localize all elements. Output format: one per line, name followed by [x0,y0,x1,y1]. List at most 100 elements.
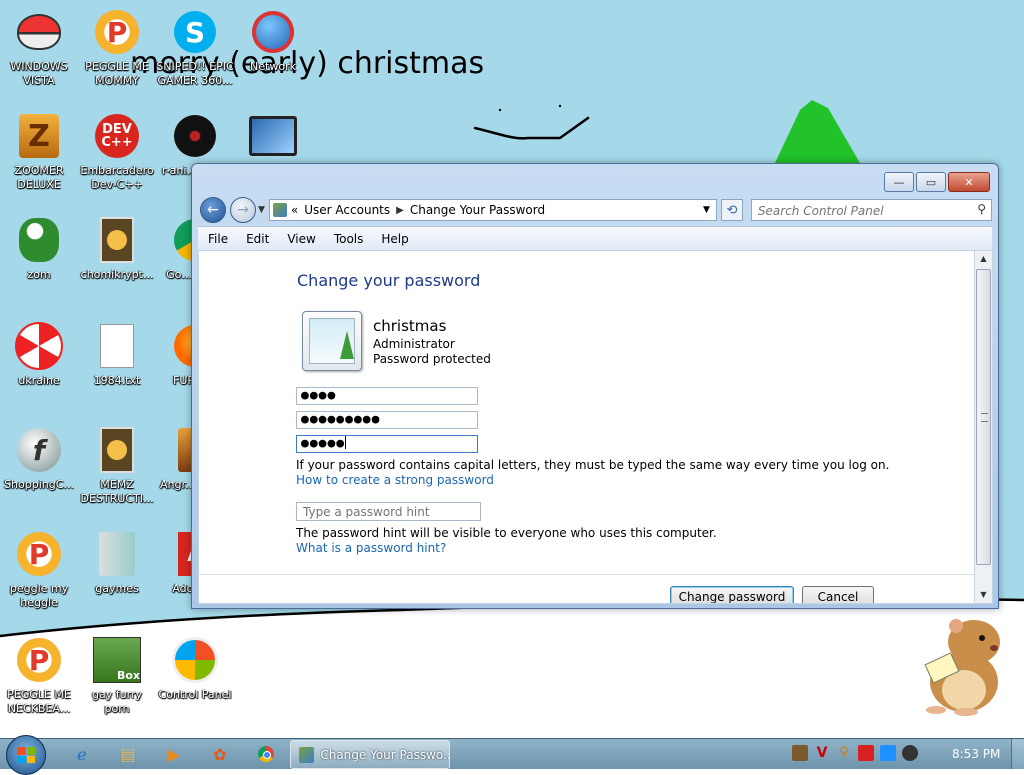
file-explorer-icon[interactable]: ▤ [114,742,142,766]
minimize-button[interactable]: — [884,172,914,192]
maximize-button[interactable]: ▭ [916,172,946,192]
chrome-icon[interactable] [252,742,280,766]
scroll-up-icon[interactable]: ▲ [975,251,992,267]
plant-icon [15,216,63,264]
search-input[interactable] [751,202,964,220]
control-panel-icon [272,203,287,217]
breadcrumb-change-password[interactable]: Change Your Password [410,203,545,217]
desktop-icon-chomikrypt[interactable]: chomikrypt... [78,216,156,282]
media-player-icon[interactable]: ▶ [160,742,188,766]
desktop-icon-label: zom [27,268,51,281]
desktop-icon-dev-cpp[interactable]: DEV C++ Embarcadero Dev-C++ [78,112,156,192]
desktop-icon-gaymes[interactable]: gaymes [78,530,156,596]
desktop-icon-zoomer-deluxe[interactable]: Z ZOOMER DELUXE [0,112,78,192]
start-button[interactable] [6,735,46,775]
menu-tools[interactable]: Tools [334,232,364,246]
beaver-tray-icon[interactable] [792,745,808,761]
desktop-icon-network[interactable]: Network [234,8,312,74]
change-password-button[interactable]: Change password [670,586,794,603]
hamster-sticker [924,619,1000,716]
cancel-button[interactable]: Cancel [802,586,874,603]
desktop-icon-control-panel[interactable]: Control Panel [156,636,234,702]
password-hint-input[interactable] [296,502,481,521]
forward-arrow-icon: → [237,202,249,218]
search-tray-icon[interactable]: ⚲ [836,745,852,761]
desktop-icon-label: gay furry porn [92,688,142,715]
windows-logo-icon [17,747,35,763]
scroll-down-icon[interactable]: ▼ [975,587,992,603]
forward-button[interactable]: → [230,197,256,223]
desktop-icon-1984-txt[interactable]: 1984.txt [78,322,156,388]
desktop-icon-label: Embarcadero Dev-C++ [80,164,154,191]
desktop-icon-peggle-my-heggle[interactable]: Ppeggle my heggle [0,530,78,610]
user-avatar [302,311,362,371]
devcpp-icon: DEV C++ [93,112,141,160]
menu-help[interactable]: Help [381,232,408,246]
text-caret [345,436,347,449]
peggle-p-icon: P [93,8,141,56]
media-folder-icon [93,530,141,578]
skype-icon: S [171,8,219,56]
desktop-icon-label: ukraine [18,374,60,387]
breadcrumb-prefix[interactable]: « [291,203,298,217]
app-icon[interactable]: ✿ [206,742,234,766]
menu-view[interactable]: View [287,232,315,246]
desktop-icon-memz[interactable]: MEMZ DESTRUCTI... [78,426,156,506]
monitor-tray-icon[interactable] [880,745,896,761]
desktop-icon-monitor[interactable] [234,112,312,164]
monitor-icon [249,112,297,160]
radiation-icon [15,322,63,370]
breadcrumb-user-accounts[interactable]: User Accounts [304,203,390,217]
breadcrumb-separator-icon[interactable]: ▶ [396,205,404,216]
christmas-tree-drawing [775,100,860,163]
taskbar: ℯ ▤ ▶ ✿ Change Your Passwo... V ⚲ 8:53 P… [0,735,1024,775]
desktop-icon-peggle-me-mommy[interactable]: P PEGGLE ME MOMMY [78,8,156,88]
desktop-icon-windows-vista[interactable]: WINDOWS VISTA [0,8,78,88]
network-globe-icon [249,8,297,56]
desktop-icon-label: ZOOMER DELUXE [14,164,64,191]
refresh-button[interactable]: ⟲ [720,199,743,221]
show-desktop-button[interactable] [1011,739,1024,769]
taskbar-window-button[interactable]: Change Your Passwo... [290,740,450,769]
clock-app-icon [93,426,141,474]
new-password-value: ●●●●●●●●● [301,412,381,427]
divider [199,574,975,575]
dark-disc-icon [171,112,219,160]
back-button[interactable]: ← [200,197,226,223]
desktop-icon-box[interactable]: Box gay furry porn [78,636,156,716]
close-button[interactable]: ✕ [948,172,990,192]
desktop-icon-peggle-me-neckbea[interactable]: P PEGGLE ME NECKBEA... [0,636,78,716]
new-password-field[interactable]: ●●●●●●●●● [296,411,478,429]
confirm-password-field[interactable]: ●●●●● [296,435,478,453]
desktop-icon-sniped[interactable]: S SNIPED!! EPIC GAMER 360... [156,8,234,88]
address-bar[interactable]: « User Accounts ▶ Change Your Password ▼ [268,199,717,221]
search-icon[interactable]: ⚲ [977,202,986,216]
user-name: christmas [373,317,447,335]
avatar-picture-icon [309,318,355,364]
current-password-field[interactable]: ●●●● [296,387,478,405]
desktop-icon-label: chomikrypt... [80,268,154,281]
flag-tray-icon[interactable] [858,745,874,761]
control-panel-icon [299,746,315,763]
v-tray-icon[interactable]: V [814,745,830,761]
strong-password-link[interactable]: How to create a strong password [296,473,494,487]
vertical-scrollbar[interactable]: ▲ ▼ [974,250,993,604]
volume-tray-icon[interactable] [902,745,918,761]
clock[interactable]: 8:53 PM [952,747,1000,761]
desktop-icon-shopping[interactable]: f ShoppingC... [0,426,78,492]
internet-explorer-icon[interactable]: ℯ [68,742,96,766]
beaver-box-icon: Box [93,636,141,684]
menu-file[interactable]: File [208,232,228,246]
desktop-icon-zom[interactable]: zom [0,216,78,282]
desktop-icon-label: peggle my heggle [9,582,69,609]
recent-pages-dropdown[interactable]: ▼ [258,205,265,215]
search-box[interactable]: ⚲ [750,199,992,221]
back-arrow-icon: ← [207,202,219,218]
scroll-thumb[interactable] [976,269,991,565]
menu-edit[interactable]: Edit [246,232,269,246]
flash-icon: f [15,426,63,474]
address-dropdown-icon[interactable]: ▼ [703,205,710,215]
caps-note: If your password contains capital letter… [296,458,890,472]
password-hint-link[interactable]: What is a password hint? [296,541,446,555]
desktop-icon-ukraine[interactable]: ukraine [0,322,78,388]
